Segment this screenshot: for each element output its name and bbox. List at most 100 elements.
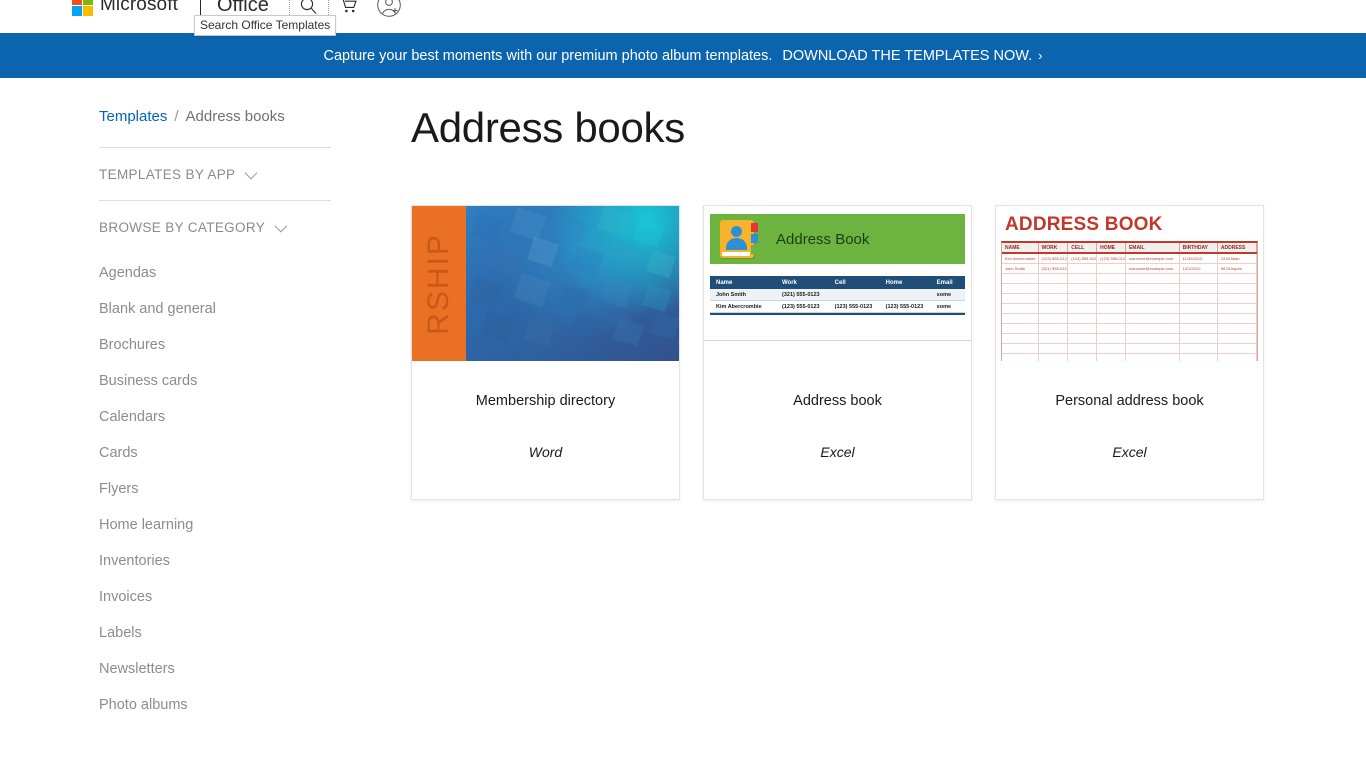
column-header-cell: CELL [1068, 243, 1098, 252]
table-header-row: Name Work Cell Home Email [710, 276, 965, 289]
address-book-icon [720, 220, 758, 258]
cell-address: 5678 Aspen [1218, 264, 1258, 273]
cell-birthday: 11/30/2010 [1180, 254, 1218, 263]
promo-cta-label: DOWNLOAD THE TEMPLATES NOW. [782, 47, 1033, 64]
chevron-down-icon [244, 166, 258, 180]
column-header-email: Email [936, 279, 953, 286]
column-header-name: Name [716, 279, 733, 286]
card-title: Membership directory [475, 393, 616, 409]
breadcrumb-current: Address books [185, 108, 285, 125]
card-title: Address book [793, 393, 882, 409]
column-header-work: Work [782, 279, 797, 286]
column-header-cell: Cell [834, 279, 846, 286]
table-row: John Smith (321) 555-0123 some [710, 289, 965, 301]
card-title: Personal address book [1055, 393, 1204, 409]
category-list: Agendas Blank and general Brochures Busi… [99, 255, 331, 723]
preview-green-header: Address Book [710, 214, 965, 264]
cell-work: (123) 555-0123 [1039, 254, 1069, 263]
column-header-home: HOME [1097, 243, 1126, 252]
sidebar-section-templates-by-app[interactable]: TEMPLATES BY APP [99, 148, 331, 200]
page-title: Address books [411, 104, 685, 151]
blue-mosaic-image [466, 206, 679, 361]
sidebar: Templates / Address books TEMPLATES BY APP… [99, 108, 331, 723]
sidebar-section-label: TEMPLATES BY APP [99, 167, 236, 182]
main-content: Address books RSHIP Membership directory… [411, 103, 1311, 500]
cell-cell: (123) 555-0123 [834, 303, 873, 310]
search-tooltip: Search Office Templates [194, 15, 337, 36]
chevron-down-icon [274, 219, 288, 233]
membership-directory-preview: RSHIP [412, 206, 679, 361]
sidebar-item-brochures[interactable]: Brochures [99, 327, 331, 363]
personal-address-book-preview: ADDRESS BOOK NAME WORK CELL HOME EMAIL B… [996, 206, 1263, 361]
template-thumbnail: Address Book Name Work Cell Home Email J… [704, 206, 971, 361]
table-header-row: NAME WORK CELL HOME EMAIL BIRTHDAY ADDRE… [1002, 243, 1258, 254]
sidebar-item-business-cards[interactable]: Business cards [99, 363, 331, 399]
table-row: Kim Abercrombie (123) 555-0123 (123) 555… [1002, 254, 1258, 264]
cell-cell: (123) 555-0123 [1068, 254, 1098, 263]
empty-table-row [1002, 304, 1257, 314]
sidebar-item-invoices[interactable]: Invoices [99, 579, 331, 615]
card-app-label: Word [528, 444, 563, 460]
microsoft-logo [72, 0, 93, 16]
sidebar-item-calendars[interactable]: Calendars [99, 399, 331, 435]
promo-cta-link[interactable]: DOWNLOAD THE TEMPLATES NOW. › [782, 48, 1042, 64]
address-book-preview: Address Book Name Work Cell Home Email J… [704, 214, 971, 361]
sidebar-item-labels[interactable]: Labels [99, 615, 331, 651]
empty-table-row [1002, 314, 1257, 324]
sidebar-item-newsletters[interactable]: Newsletters [99, 651, 331, 687]
empty-table-row [1002, 354, 1257, 361]
breadcrumb-templates-link[interactable]: Templates [99, 108, 167, 125]
empty-table-row [1002, 294, 1257, 304]
cell-work: (321) 555-0123 [782, 291, 820, 298]
template-card-address-book[interactable]: Address Book Name Work Cell Home Email J… [703, 205, 972, 500]
orange-sidebar-band: RSHIP [412, 206, 466, 361]
card-meta: Membership directory Word [412, 361, 679, 499]
cell-email: someone@example.com [1126, 264, 1180, 273]
cell-name: Kim Abercrombie [1002, 254, 1039, 263]
card-meta: Personal address book Excel [996, 361, 1263, 499]
sidebar-section-browse-by-category[interactable]: BROWSE BY CATEGORY [99, 201, 331, 253]
table-row: Kim Abercrombie (123) 555-0123 (123) 555… [710, 301, 965, 313]
empty-table-row [1002, 334, 1257, 344]
cell-email: some [936, 291, 952, 298]
card-app-label: Excel [1112, 444, 1147, 460]
sidebar-item-photo-albums[interactable]: Photo albums [99, 687, 331, 723]
microsoft-brand[interactable]: Microsoft [72, 0, 178, 16]
sidebar-item-home-learning[interactable]: Home learning [99, 507, 331, 543]
sign-in-person-icon[interactable] [369, 0, 409, 25]
template-thumbnail: RSHIP [412, 206, 679, 361]
chevron-right-icon: › [1038, 47, 1043, 63]
preview-divider [704, 340, 971, 341]
column-header-address: ADDRESS [1218, 243, 1258, 252]
column-header-work: WORK [1039, 243, 1069, 252]
column-header-birthday: BIRTHDAY [1180, 243, 1218, 252]
empty-table-row [1002, 344, 1257, 354]
sidebar-item-cards[interactable]: Cards [99, 435, 331, 471]
cell-name: Kim Abercrombie [716, 303, 762, 310]
template-card-grid: RSHIP Membership directory Word Address … [411, 205, 1311, 500]
cell-home: (123) 555-0123 [885, 303, 924, 310]
table-row: John Smith (321) 555-0123 someone@exampl… [1002, 264, 1258, 274]
template-thumbnail: ADDRESS BOOK NAME WORK CELL HOME EMAIL B… [996, 206, 1263, 361]
sidebar-item-agendas[interactable]: Agendas [99, 255, 331, 291]
table-bottom-rule [710, 313, 965, 315]
microsoft-wordmark: Microsoft [100, 0, 178, 15]
sidebar-item-blank-and-general[interactable]: Blank and general [99, 291, 331, 327]
cell-address: 1234 Main [1218, 254, 1258, 263]
empty-table-row [1002, 324, 1257, 334]
cell-home: (123) 555-0123 [1097, 254, 1126, 263]
promo-message: Capture your best moments with our premi… [323, 47, 773, 64]
vertical-title-text: RSHIP [422, 232, 455, 335]
card-app-label: Excel [820, 444, 855, 460]
sidebar-item-inventories[interactable]: Inventories [99, 543, 331, 579]
sidebar-section-label: BROWSE BY CATEGORY [99, 220, 266, 235]
empty-table-row [1002, 284, 1257, 294]
sidebar-item-flyers[interactable]: Flyers [99, 471, 331, 507]
breadcrumb-separator: / [174, 108, 179, 125]
card-meta: Address book Excel [704, 361, 971, 499]
cell-work: (321) 555-0123 [1039, 264, 1069, 273]
template-card-personal-address-book[interactable]: ADDRESS BOOK NAME WORK CELL HOME EMAIL B… [995, 205, 1264, 500]
cell-work: (123) 555-0123 [782, 303, 820, 310]
promo-banner[interactable]: Capture your best moments with our premi… [0, 33, 1366, 78]
template-card-membership-directory[interactable]: RSHIP Membership directory Word [411, 205, 680, 500]
